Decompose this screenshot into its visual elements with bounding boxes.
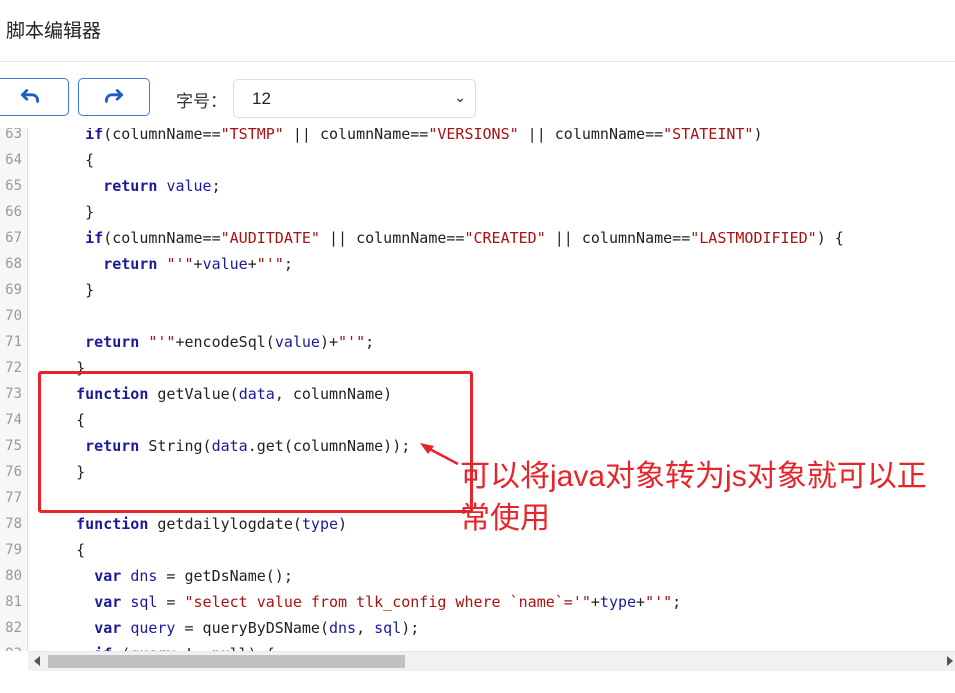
code-line[interactable]: 83 if (query != null) { xyxy=(0,641,955,651)
redo-button[interactable] xyxy=(78,78,150,116)
code-text: if (query != null) { xyxy=(40,641,275,651)
line-number: 69 xyxy=(5,282,22,298)
line-number: 81 xyxy=(5,594,22,610)
code-text: { xyxy=(40,151,95,169)
line-number: 73 xyxy=(5,386,22,402)
code-text: return "'"+value+"'"; xyxy=(103,255,293,273)
line-number: 64 xyxy=(5,152,22,168)
undo-button[interactable] xyxy=(0,78,69,116)
line-number: 78 xyxy=(5,516,22,532)
line-number: 68 xyxy=(5,256,22,272)
font-size-label: 字号： xyxy=(176,92,227,111)
font-size-select[interactable]: 12 ⌄ xyxy=(233,79,476,118)
code-line[interactable]: 64 { xyxy=(0,147,955,173)
code-text: } xyxy=(40,281,95,299)
code-line[interactable]: 66 } xyxy=(0,199,955,225)
code-text: var query = queryByDSName(dns, sql); xyxy=(94,619,420,637)
redo-icon xyxy=(105,89,123,103)
code-line[interactable]: 67 if(columnName=="AUDITDATE" || columnN… xyxy=(0,225,955,251)
line-number: 72 xyxy=(5,360,22,376)
code-line[interactable]: 71 return "'"+encodeSql(value)+"'"; xyxy=(0,329,955,355)
scroll-right-icon[interactable] xyxy=(947,656,953,666)
line-number: 77 xyxy=(5,490,22,506)
editor-toolbar: 字号： 12 ⌄ xyxy=(0,62,955,128)
font-size-value: 12 xyxy=(252,88,271,108)
code-line[interactable]: 69 } xyxy=(0,277,955,303)
code-line[interactable]: 70 xyxy=(0,303,955,329)
scrollbar-thumb[interactable] xyxy=(48,655,405,668)
code-text: return value; xyxy=(103,177,221,195)
code-text: var sql = "select value from tlk_config … xyxy=(94,593,682,611)
code-line[interactable]: 81 var sql = "select value from tlk_conf… xyxy=(0,589,955,615)
line-number: 63 xyxy=(5,128,22,142)
line-number: 79 xyxy=(5,542,22,558)
line-number: 83 xyxy=(0,641,22,651)
undo-icon xyxy=(20,89,39,103)
line-number: 80 xyxy=(5,568,22,584)
code-text: if(columnName=="TSTMP" || columnName=="V… xyxy=(85,128,763,143)
code-line[interactable]: 63 if(columnName=="TSTMP" || columnName=… xyxy=(0,128,955,147)
scroll-left-icon[interactable] xyxy=(34,656,40,666)
line-number: 82 xyxy=(5,620,22,636)
code-text: if(columnName=="AUDITDATE" || columnName… xyxy=(85,229,844,247)
line-number: 66 xyxy=(5,204,22,220)
annotation-arrow-icon xyxy=(420,443,459,466)
line-number: 67 xyxy=(5,230,22,246)
code-text: var dns = getDsName(); xyxy=(94,567,293,585)
line-number: 76 xyxy=(5,464,22,480)
code-line[interactable]: 68 return "'"+value+"'"; xyxy=(0,251,955,277)
line-number: 74 xyxy=(5,412,22,428)
line-number: 75 xyxy=(5,438,22,454)
code-line[interactable]: 65 return value; xyxy=(0,173,955,199)
line-number: 71 xyxy=(5,334,22,350)
chevron-down-icon: ⌄ xyxy=(454,89,466,105)
line-number: 65 xyxy=(5,178,22,194)
code-text: { xyxy=(40,541,86,559)
code-line[interactable]: 79 { xyxy=(0,537,955,563)
code-line[interactable]: 80 var dns = getDsName(); xyxy=(0,563,955,589)
code-line[interactable]: 82 var query = queryByDSName(dns, sql); xyxy=(0,615,955,641)
header-bar: 脚本编辑器 xyxy=(0,0,955,62)
page-title: 脚本编辑器 xyxy=(6,21,102,42)
code-text: return "'"+encodeSql(value)+"'"; xyxy=(85,333,375,351)
horizontal-scrollbar[interactable] xyxy=(28,651,955,671)
line-number: 70 xyxy=(5,308,22,324)
code-text: } xyxy=(40,203,95,221)
highlight-box xyxy=(38,371,473,513)
code-text: function getdailylogdate(type) xyxy=(76,515,348,533)
annotation-text: 可以将java对象转为js对象就可以正常使用 xyxy=(460,460,927,535)
